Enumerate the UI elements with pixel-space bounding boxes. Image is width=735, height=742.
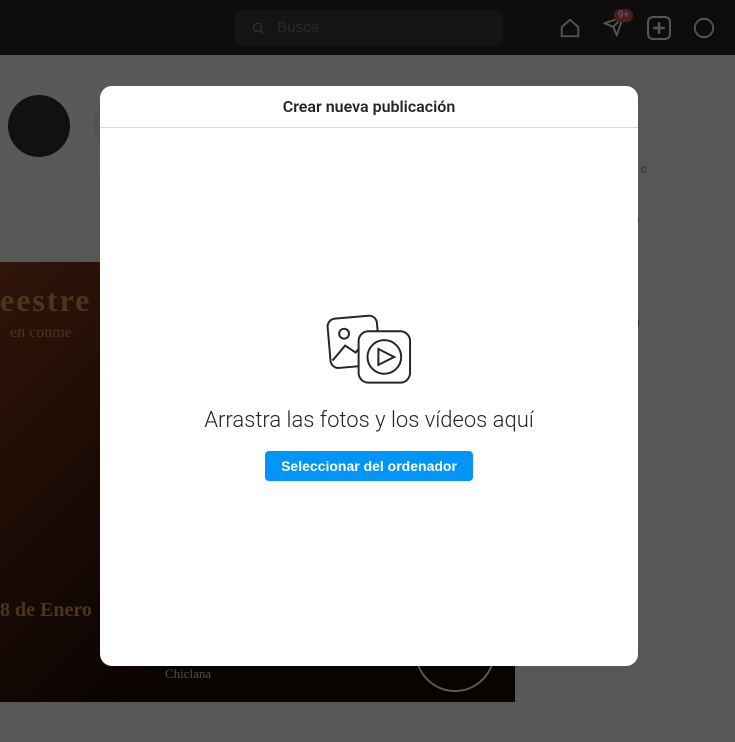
media-upload-icon	[321, 313, 417, 390]
modal-dropzone[interactable]: Arrastra las fotos y los vídeos aquí Sel…	[100, 128, 638, 666]
create-post-modal: Crear nueva publicación Arrastra las fot…	[100, 86, 638, 666]
modal-title: Crear nueva publicación	[100, 86, 638, 128]
drag-instruction-text: Arrastra las fotos y los vídeos aquí	[204, 408, 534, 433]
select-from-computer-button[interactable]: Seleccionar del ordenador	[265, 451, 473, 481]
